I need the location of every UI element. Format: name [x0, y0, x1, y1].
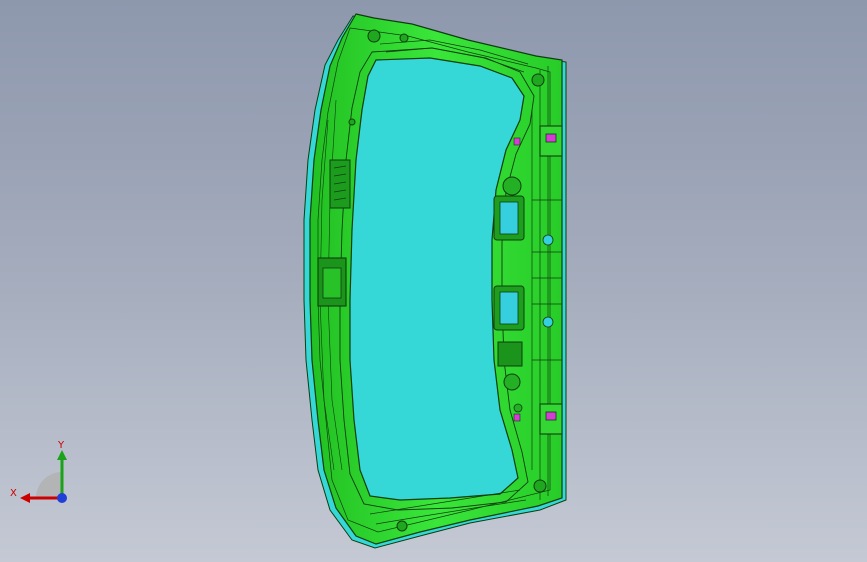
latch-pocket-inner [322, 267, 342, 299]
lower-round-boss [503, 373, 521, 391]
lower-dark-pocket [497, 341, 523, 367]
right-small-boss [513, 403, 523, 413]
mid-left-boss [348, 118, 356, 126]
bottom-left-boss [396, 520, 408, 532]
triad-plane-quadrant [36, 472, 62, 498]
lower-hinge-marker [545, 411, 557, 421]
right-cyan-hole-upper [542, 234, 554, 246]
y-axis-arrow [57, 450, 67, 460]
z-axis-dot [57, 493, 67, 503]
upper-cyan-insert [499, 201, 519, 235]
top-mid-boss [399, 33, 409, 43]
lower-cyan-insert [499, 291, 519, 325]
upper-hinge-marker [545, 133, 557, 143]
right-cyan-hole-lower [542, 316, 554, 328]
bottom-right-boss [533, 479, 547, 493]
y-axis-label: Y [57, 440, 65, 451]
top-right-boss [531, 73, 545, 87]
x-axis-label: X [10, 488, 17, 499]
small-marker-upper [513, 137, 521, 146]
liftgate-inner-panel-model[interactable] [0, 0, 867, 562]
coordinate-triad: Y X [10, 440, 67, 503]
x-axis-arrow [20, 493, 30, 503]
top-left-boss [367, 29, 381, 43]
cad-viewport[interactable]: Y X [0, 0, 867, 562]
upper-round-boss [502, 176, 522, 196]
small-marker-lower [513, 413, 521, 422]
